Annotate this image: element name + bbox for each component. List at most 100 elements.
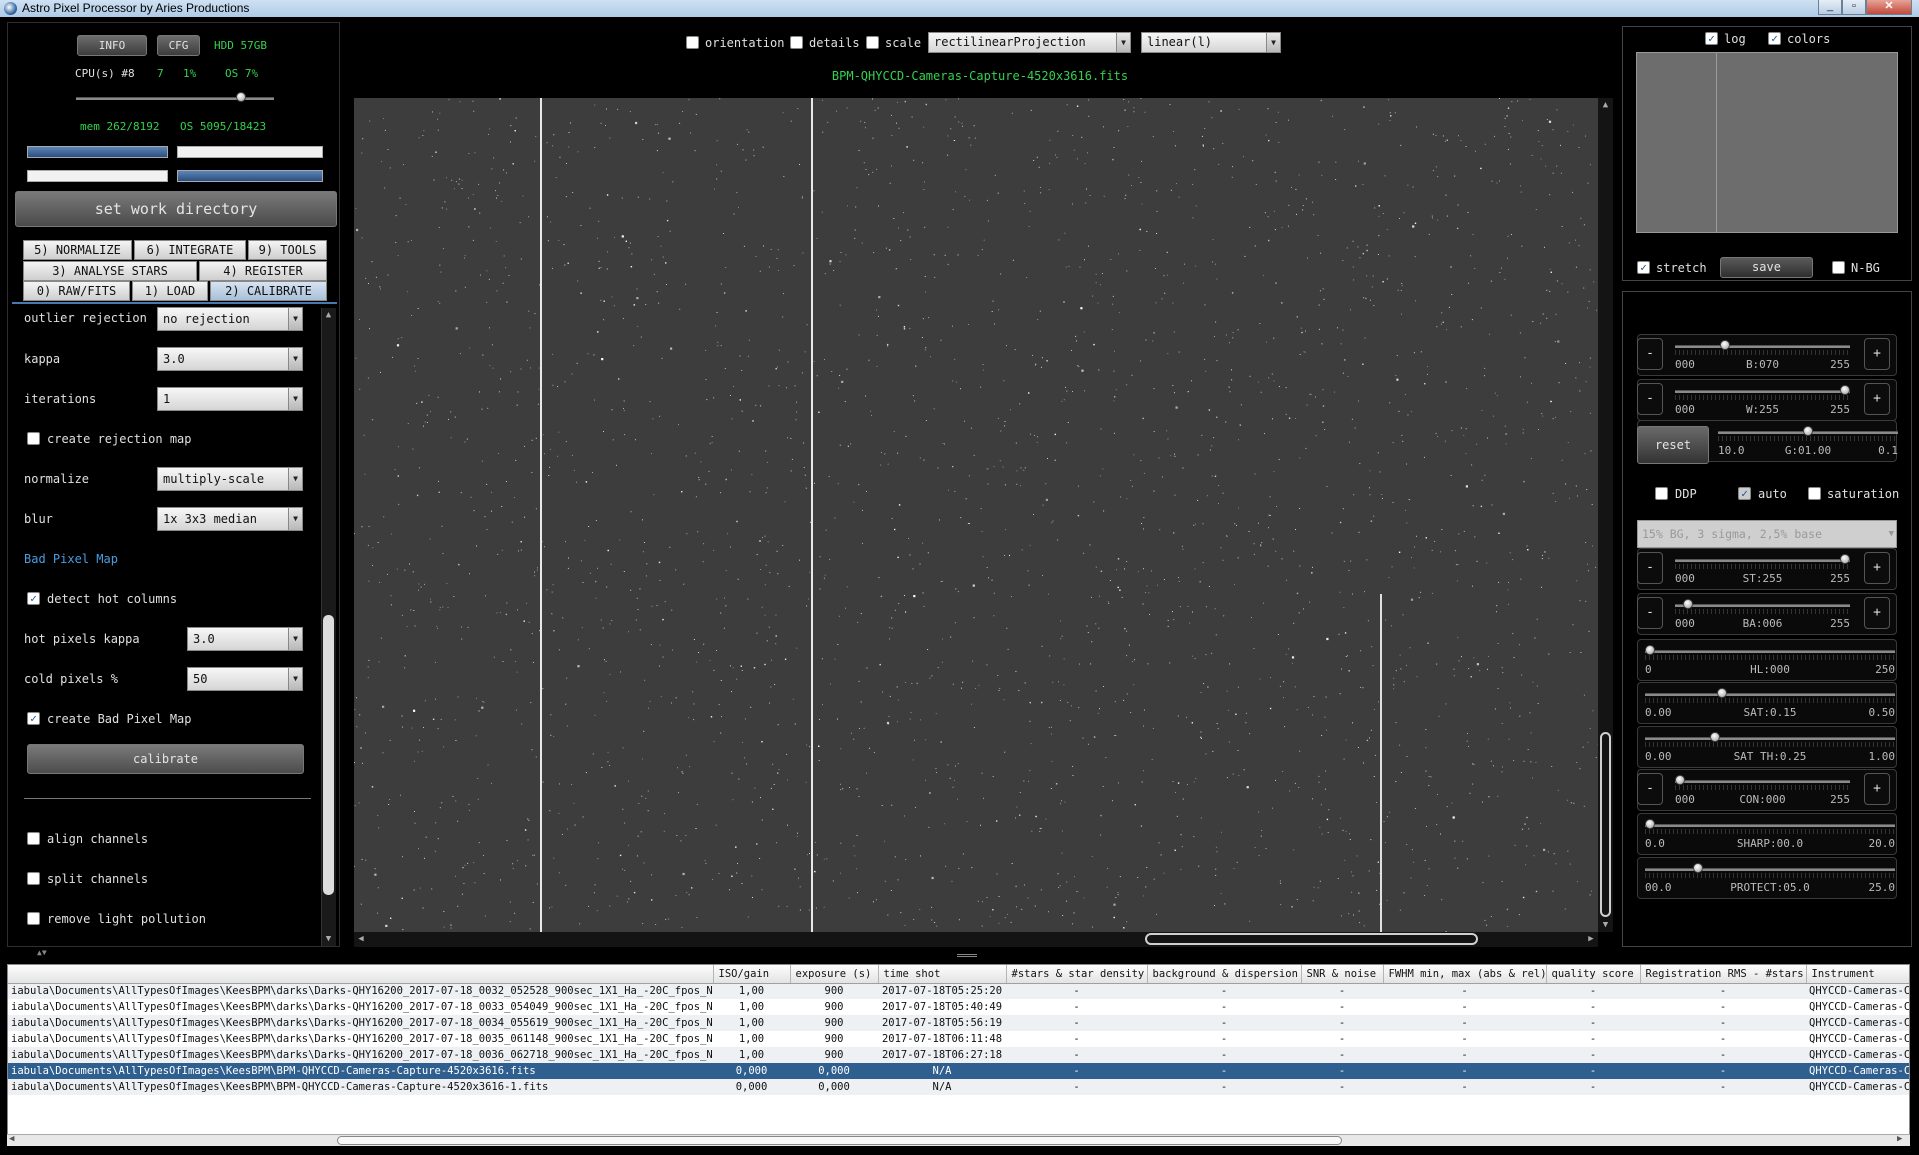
- set-work-directory-button[interactable]: set work directory: [15, 191, 337, 227]
- increment-button[interactable]: +: [1864, 552, 1890, 584]
- column-header[interactable]: Instrument: [1806, 965, 1909, 984]
- scroll-up-icon[interactable]: ▲: [321, 308, 336, 322]
- saturation-checkbox[interactable]: [1808, 487, 1821, 500]
- scale-checkbox[interactable]: [866, 36, 879, 49]
- slider-knob[interactable]: [1840, 554, 1850, 564]
- column-header[interactable]: SNR & noise: [1301, 965, 1384, 984]
- slider-knob[interactable]: [1693, 863, 1703, 873]
- maximize-icon[interactable]: ▫: [1842, 0, 1866, 15]
- scroll-down-icon[interactable]: ▼: [321, 932, 336, 946]
- scroll-left-icon[interactable]: ◀: [9, 1134, 14, 1144]
- cfg-button[interactable]: CFG: [157, 35, 200, 56]
- scroll-right-icon[interactable]: ▶: [1897, 1134, 1902, 1144]
- detect-hot-columns-checkbox[interactable]: ✓: [27, 592, 40, 605]
- viewer-vscroll-thumb[interactable]: [1600, 732, 1611, 917]
- iterations-select[interactable]: 1 ▼: [157, 387, 303, 411]
- decrement-button[interactable]: -: [1637, 383, 1663, 415]
- slider-knob[interactable]: [1717, 688, 1727, 698]
- scroll-right-icon[interactable]: ▶: [1584, 932, 1598, 947]
- viewer-hscroll-thumb[interactable]: [1145, 933, 1478, 945]
- table-row[interactable]: iabula\Documents\AllTypesOfImages\KeesBP…: [8, 1031, 1909, 1047]
- orientation-checkbox[interactable]: [686, 36, 699, 49]
- column-header[interactable]: exposure (s): [790, 965, 879, 984]
- remove-light-pollution-checkbox[interactable]: [27, 912, 40, 925]
- tab-normalize[interactable]: 5) NORMALIZE: [23, 240, 132, 260]
- column-header[interactable]: background & dispersion: [1147, 965, 1302, 984]
- decrement-button[interactable]: -: [1637, 552, 1663, 584]
- cold-pixels-select[interactable]: 50 ▼: [187, 667, 303, 691]
- scroll-left-icon[interactable]: ◀: [354, 932, 368, 947]
- normalize-select[interactable]: multiply-scale ▼: [157, 467, 303, 491]
- calibrate-button[interactable]: calibrate: [27, 744, 304, 774]
- column-header[interactable]: [8, 965, 714, 984]
- projection-select[interactable]: rectilinearProjection ▼: [928, 32, 1131, 53]
- scroll-down-icon[interactable]: ▼: [1598, 918, 1613, 932]
- slider-knob[interactable]: [1645, 819, 1655, 829]
- kappa-select[interactable]: 3.0 ▼: [157, 347, 303, 371]
- column-header[interactable]: #stars & star density: [1006, 965, 1148, 984]
- frame-list-table[interactable]: ISO/gain exposure (s) time shot #stars & st…: [7, 964, 1910, 1146]
- splitter-bar[interactable]: ▲▼: [7, 948, 1910, 964]
- stretch-preset-select[interactable]: 15% BG, 3 sigma, 2,5% base ▼: [1637, 520, 1897, 548]
- slider-knob[interactable]: [1709, 732, 1720, 742]
- decrement-button[interactable]: -: [1637, 338, 1663, 370]
- hot-pixels-kappa-select[interactable]: 3.0 ▼: [187, 627, 303, 651]
- table-row[interactable]: iabula\Documents\AllTypesOfImages\KeesBP…: [8, 999, 1909, 1015]
- slider-knob[interactable]: [1675, 775, 1685, 785]
- splitter-grip-icon[interactable]: [957, 954, 977, 957]
- increment-button[interactable]: +: [1864, 338, 1890, 370]
- table-row[interactable]: iabula\Documents\AllTypesOfImages\KeesBP…: [8, 1079, 1909, 1095]
- create-rejection-map-checkbox[interactable]: [27, 432, 40, 445]
- table-horizontal-scrollbar[interactable]: ◀ ▶: [7, 1134, 1910, 1146]
- ddp-checkbox[interactable]: [1655, 487, 1668, 500]
- tab-raw-fits[interactable]: 0) RAW/FITS: [23, 281, 130, 301]
- table-row[interactable]: iabula\Documents\AllTypesOfImages\KeesBP…: [8, 1063, 1909, 1079]
- log-checkbox[interactable]: ✓: [1705, 32, 1718, 45]
- nbg-checkbox[interactable]: [1832, 261, 1845, 274]
- tab-integrate[interactable]: 6) INTEGRATE: [134, 240, 246, 260]
- slider-knob[interactable]: [1645, 645, 1655, 655]
- decrement-button[interactable]: -: [1637, 597, 1663, 629]
- table-row[interactable]: iabula\Documents\AllTypesOfImages\KeesBP…: [8, 1015, 1909, 1031]
- split-channels-checkbox[interactable]: [27, 872, 40, 885]
- scroll-up-icon[interactable]: ▲: [1598, 98, 1613, 112]
- stretch-mode-select[interactable]: linear(l) ▼: [1141, 32, 1281, 53]
- table-row[interactable]: iabula\Documents\AllTypesOfImages\KeesBP…: [8, 1047, 1909, 1063]
- align-channels-checkbox[interactable]: [27, 832, 40, 845]
- increment-button[interactable]: +: [1864, 773, 1890, 805]
- left-scrollbar-thumb[interactable]: [323, 615, 334, 895]
- column-header[interactable]: FWHM min, max (abs & rel): [1383, 965, 1547, 984]
- stretch-checkbox[interactable]: ✓: [1637, 261, 1650, 274]
- column-header[interactable]: quality score: [1546, 965, 1641, 984]
- close-icon[interactable]: ✕: [1866, 0, 1912, 15]
- reset-button[interactable]: reset: [1637, 426, 1709, 464]
- slider-knob[interactable]: [1719, 340, 1730, 350]
- slider-knob[interactable]: [1840, 385, 1850, 395]
- decrement-button[interactable]: -: [1637, 773, 1663, 805]
- auto-checkbox[interactable]: ✓: [1738, 487, 1751, 500]
- minimize-icon[interactable]: _: [1818, 0, 1842, 15]
- increment-button[interactable]: +: [1864, 597, 1890, 629]
- table-hscroll-thumb[interactable]: [337, 1136, 1342, 1145]
- create-bad-pixel-map-checkbox[interactable]: ✓: [27, 712, 40, 725]
- column-header[interactable]: time shot: [878, 965, 1007, 984]
- colors-checkbox[interactable]: ✓: [1768, 32, 1781, 45]
- column-header[interactable]: Registration RMS - #stars: [1640, 965, 1807, 984]
- column-header[interactable]: ISO/gain: [713, 965, 791, 984]
- info-button[interactable]: INFO: [77, 35, 147, 56]
- blur-select[interactable]: 1x 3x3 median ▼: [157, 507, 303, 531]
- tab-tools[interactable]: 9) TOOLS: [248, 240, 327, 260]
- tab-analyse-stars[interactable]: 3) ANALYSE STARS: [23, 261, 197, 281]
- tab-calibrate[interactable]: 2) CALIBRATE: [210, 281, 327, 301]
- details-checkbox[interactable]: [790, 36, 803, 49]
- memory-slider-knob[interactable]: [236, 92, 246, 102]
- collapse-arrows-icon[interactable]: ▲▼: [37, 948, 47, 957]
- tab-load[interactable]: 1) LOAD: [132, 281, 208, 301]
- save-button[interactable]: save: [1720, 257, 1813, 278]
- table-row[interactable]: iabula\Documents\AllTypesOfImages\KeesBP…: [8, 983, 1909, 999]
- increment-button[interactable]: +: [1864, 383, 1890, 415]
- outlier-rejection-select[interactable]: no rejection ▼: [157, 307, 303, 331]
- tab-register[interactable]: 4) REGISTER: [199, 261, 327, 281]
- slider-knob[interactable]: [1803, 426, 1813, 436]
- image-viewer[interactable]: [354, 98, 1598, 932]
